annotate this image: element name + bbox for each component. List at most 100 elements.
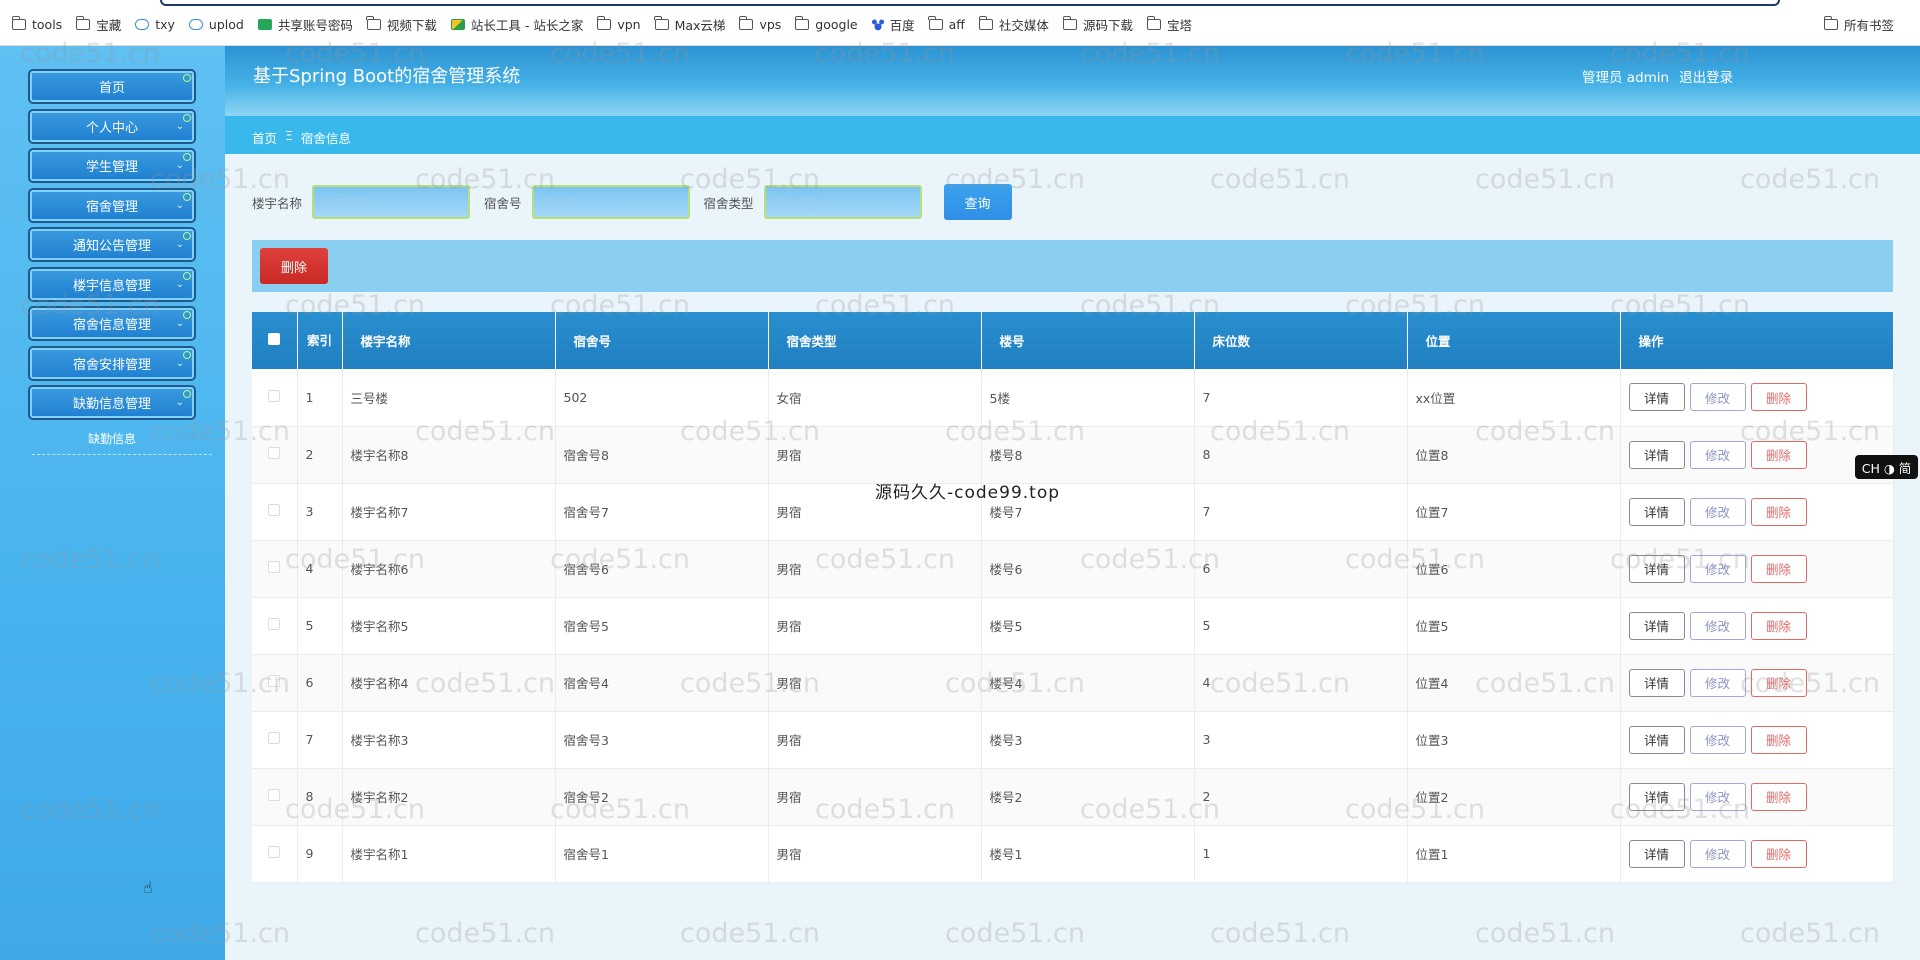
bookmark-label: 宝藏 [96,18,122,33]
cell-beds: 7 [1194,483,1408,541]
bookmark-item[interactable]: 百度 [871,15,915,34]
address-bar-edge[interactable] [160,0,1780,6]
cell-type: 女宿 [768,369,982,427]
toolbar: 删除 [252,240,1893,292]
bookmark-item[interactable]: Max云梯 [654,15,725,34]
row-checkbox[interactable] [252,369,298,427]
sidebar-item-building-mgmt[interactable]: 楼宇信息管理 ⌄ [28,266,196,302]
edit-button[interactable]: 修改 [1689,725,1746,754]
row-checkbox[interactable] [252,711,298,769]
bookmark-item[interactable]: 站长工具 - 站长之家 [450,15,583,34]
cell-actions: 详情 修改 删除 [1620,369,1894,427]
sidebar-item-notice-mgmt[interactable]: 通知公告管理 ⌄ [28,227,196,262]
row-delete-button[interactable]: 删除 [1750,839,1807,868]
detail-button[interactable]: 详情 [1628,782,1685,811]
center-watermark: 源码久久-code99.top [875,483,1061,503]
row-delete-button[interactable]: 删除 [1750,440,1807,469]
table-row: 4 楼宇名称6 宿舍号6 男宿 楼号6 6 位置6 详情 修改 删除 [252,540,1894,598]
cell-beds: 3 [1194,711,1408,769]
row-delete-button[interactable]: 删除 [1750,554,1807,583]
current-user: 管理员 admin [1582,70,1670,86]
sidebar-item-label: 宿舍信息管理 [72,318,151,333]
bookmark-item[interactable]: 源码下载 [1062,15,1133,34]
detail-button[interactable]: 详情 [1628,383,1685,412]
row-checkbox[interactable] [252,426,298,484]
detail-button[interactable]: 详情 [1628,440,1685,469]
edit-button[interactable]: 修改 [1689,668,1746,697]
row-checkbox[interactable] [252,597,298,655]
bookmark-item[interactable]: vpn [596,15,641,34]
detail-button[interactable]: 详情 [1628,668,1685,697]
cell-building: 楼宇名称1 [342,825,556,883]
bookmark-item[interactable]: 社交媒体 [978,15,1049,34]
logout-link[interactable]: 退出登录 [1679,66,1733,86]
edit-button[interactable]: 修改 [1689,782,1746,811]
cell-type: 男宿 [768,711,982,769]
row-checkbox[interactable] [252,654,298,712]
row-checkbox[interactable] [252,483,298,541]
cell-type: 男宿 [768,654,982,712]
col-actions: 操作 [1620,312,1894,369]
row-delete-button[interactable]: 删除 [1750,497,1807,526]
corner-ornament-icon [183,153,191,161]
row-delete-button[interactable]: 删除 [1750,782,1807,811]
row-checkbox[interactable] [252,825,298,883]
row-checkbox[interactable] [252,540,298,598]
sidebar-item-dorm-mgmt[interactable]: 宿舍管理 ⌄ [28,187,196,223]
cell-actions: 详情 修改 删除 [1620,483,1894,541]
bookmark-label: 源码下载 [1082,18,1133,33]
bookmark-item[interactable]: aff [928,15,965,34]
sidebar-item-home[interactable]: 首页 [28,69,196,104]
building-input[interactable]: 楼宇名称 [312,185,471,219]
detail-button[interactable]: 详情 [1628,725,1685,754]
bookmark-item[interactable]: txy [135,15,175,34]
bookmark-item[interactable]: uplod [188,15,244,34]
detail-button[interactable]: 详情 [1628,611,1685,640]
sidebar-item-student-mgmt[interactable]: 学生管理 ⌄ [28,148,196,183]
sidebar-sub-item-absence[interactable]: 缺勤信息 [28,430,196,447]
edit-button[interactable]: 修改 [1689,839,1746,868]
bookmark-item[interactable]: vps [739,15,781,34]
cell-actions: 详情 修改 删除 [1620,825,1894,883]
select-all-checkbox[interactable] [252,312,298,369]
edit-button[interactable]: 修改 [1689,383,1746,412]
edit-button[interactable]: 修改 [1689,554,1746,583]
sidebar-item-personal-center[interactable]: 个人中心 ⌄ [28,108,196,144]
detail-button[interactable]: 详情 [1628,497,1685,526]
row-checkbox[interactable] [252,768,298,826]
bookmark-label: google [815,17,858,32]
breadcrumb: 首页 Ξ 宿舍信息 [252,128,351,147]
room-input[interactable]: 宿舍号 [531,185,690,219]
batch-delete-button[interactable]: 删除 [260,248,328,284]
query-button[interactable]: 查询 [943,184,1012,220]
sidebar-item-dorm-info-mgmt[interactable]: 宿舍信息管理 ⌄ [28,306,196,341]
detail-button[interactable]: 详情 [1628,839,1685,868]
cell-index: 3 [297,483,343,541]
sidebar-item-absence-mgmt[interactable]: 缺勤信息管理 ⌄ [28,385,196,420]
bookmark-item[interactable]: google [794,15,858,34]
bookmark-label: 共享账号密码 [277,18,353,33]
sidebar-item-dorm-arrange-mgmt[interactable]: 宿舍安排管理 ⌄ [28,345,196,381]
row-delete-button[interactable]: 删除 [1750,383,1807,412]
breadcrumb-home[interactable]: 首页 [252,128,277,147]
detail-button[interactable]: 详情 [1628,554,1685,583]
edit-button[interactable]: 修改 [1689,497,1746,526]
bookmark-item[interactable]: 视频下载 [366,15,437,34]
ime-badge[interactable]: CH ◑ 简 [1855,455,1918,479]
type-input[interactable]: 宿舍类型 [763,185,922,219]
table-row: 3 楼宇名称7 宿舍号7 男宿 楼号7 7 位置7 详情 修改 删除 [252,483,1894,541]
all-bookmarks[interactable]: 所有书签 [1823,15,1894,34]
edit-button[interactable]: 修改 [1689,440,1746,469]
row-delete-button[interactable]: 删除 [1750,725,1807,754]
bookmark-item[interactable]: 宝藏 [75,15,122,34]
row-delete-button[interactable]: 删除 [1750,668,1807,697]
row-delete-button[interactable]: 删除 [1750,611,1807,640]
bookmark-item[interactable]: 宝塔 [1146,15,1192,34]
cell-floor: 楼号8 [981,426,1195,484]
cell-index: 5 [297,597,343,655]
folder-icon [654,16,669,30]
edit-button[interactable]: 修改 [1689,611,1746,640]
cell-type: 男宿 [768,597,982,655]
bookmark-item[interactable]: 共享账号密码 [257,15,353,34]
bookmark-item[interactable]: tools [11,15,62,34]
